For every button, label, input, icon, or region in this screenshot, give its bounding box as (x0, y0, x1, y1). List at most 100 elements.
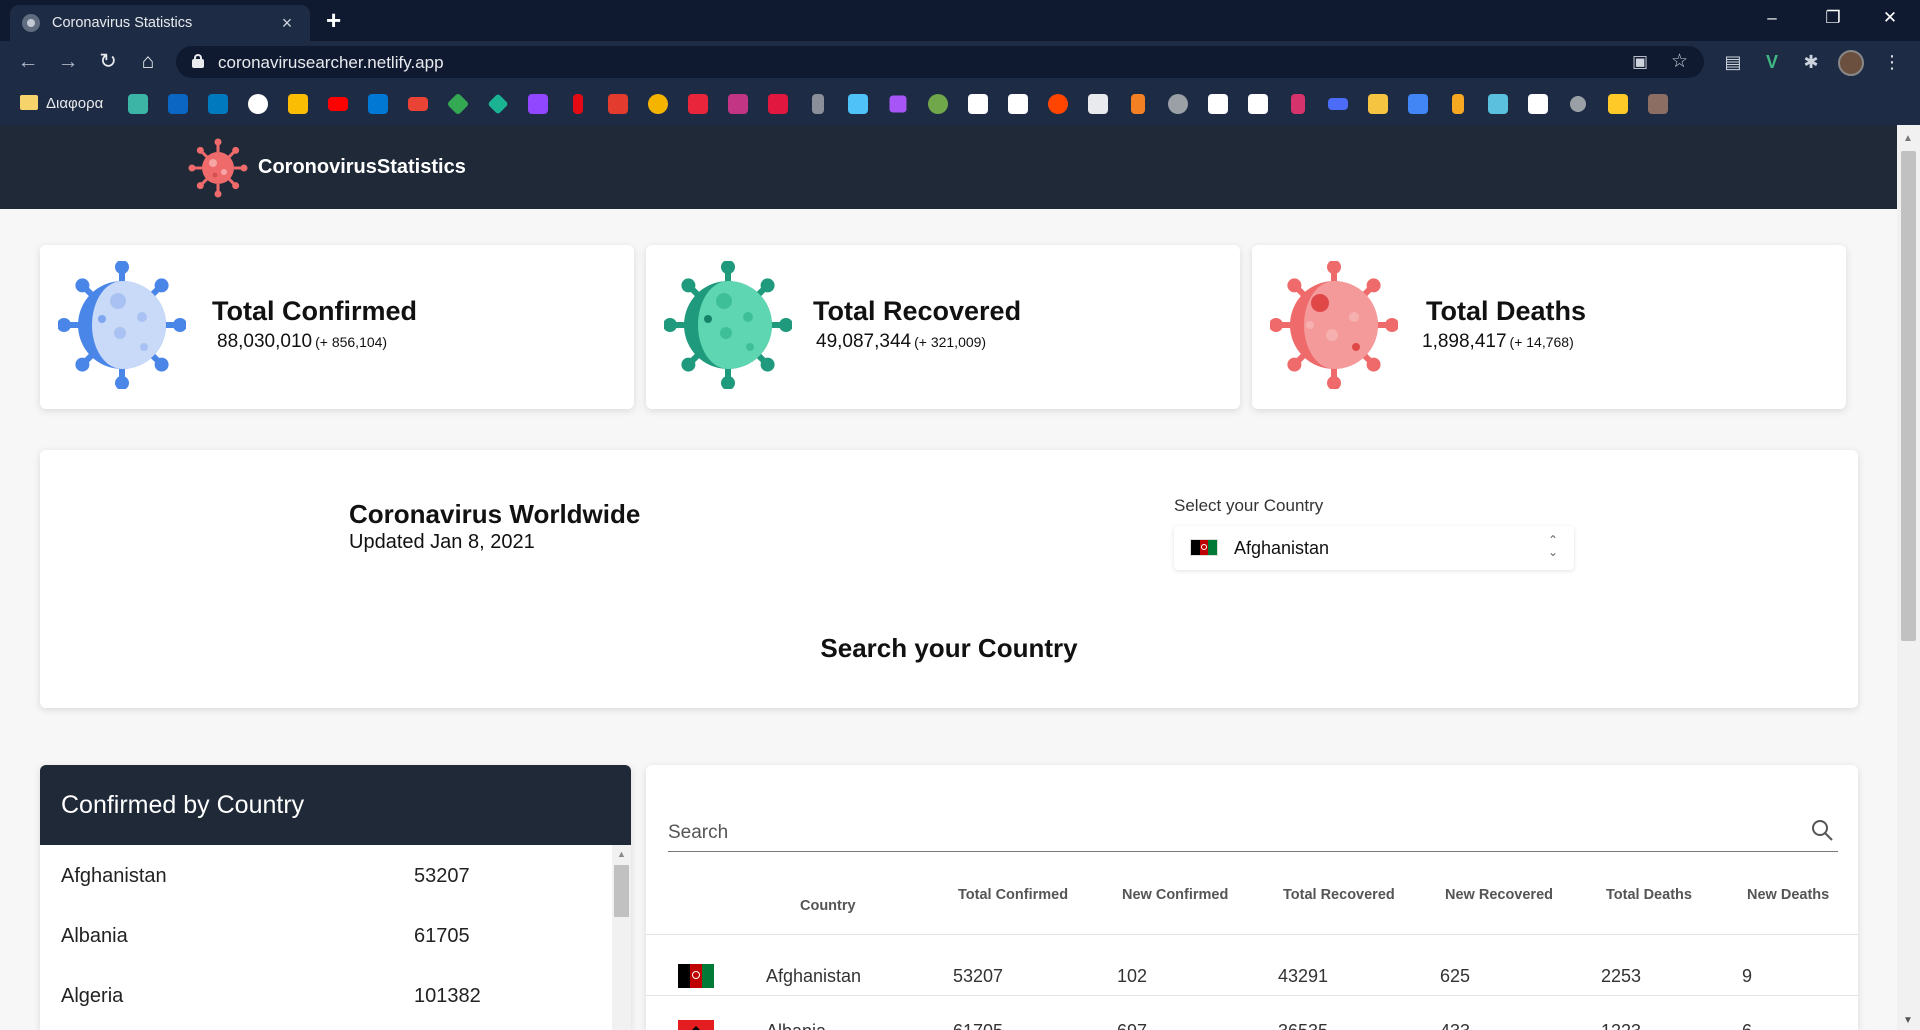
instagram-bookmark-icon[interactable] (728, 94, 748, 114)
list-item[interactable]: Albania 61705 (40, 905, 610, 965)
bookmark-icon[interactable] (1088, 94, 1108, 114)
list-item[interactable]: Algeria 101382 (40, 965, 610, 1025)
stat-delta: (+ 856,104) (315, 334, 388, 350)
table-cell-country: Afghanistan (766, 966, 862, 986)
country-select-label: Select your Country (1174, 496, 1324, 515)
medium-bookmark-icon[interactable] (968, 94, 988, 114)
table-cell-total-deaths: 1223 (1601, 1021, 1641, 1030)
trello-bookmark-icon[interactable] (208, 94, 228, 114)
bookmark-icon[interactable] (1248, 94, 1268, 114)
profile-avatar[interactable] (1838, 50, 1864, 76)
scroll-up-arrow-icon[interactable]: ▲ (1903, 133, 1913, 144)
window-close-icon[interactable]: ✕ (1870, 4, 1910, 32)
list-item[interactable]: Afghanistan 53207 (40, 845, 610, 905)
bookmark-icon[interactable] (1368, 94, 1388, 114)
translate-icon[interactable]: ▣ (1632, 52, 1648, 72)
stackoverflow-bookmark-icon[interactable] (1131, 94, 1145, 114)
linkedin-bookmark-icon[interactable] (168, 94, 188, 114)
bookmark-folder-label[interactable]: Διαφορα (46, 95, 103, 112)
dev-bookmark-icon[interactable] (1008, 94, 1028, 114)
confirmed-by-country-header: Confirmed by Country (40, 765, 631, 845)
page-scrollbar[interactable]: ▲ ▼ (1897, 125, 1920, 1030)
netflix-bookmark-icon[interactable] (573, 94, 583, 114)
countries-table-card: Search Country Total Confirmed New Confi… (646, 765, 1858, 1030)
bookmark-icon[interactable] (768, 94, 788, 114)
drive-bookmark-icon[interactable] (446, 92, 470, 116)
afghanistan-flag-icon (678, 964, 714, 988)
search-icon[interactable] (1810, 818, 1834, 842)
bookmark-icon[interactable] (812, 94, 824, 114)
address-bar[interactable]: coronavirusearcher.netlify.app ▣ ☆ (176, 46, 1704, 78)
menu-kebab-icon[interactable]: ⋮ (1880, 50, 1904, 74)
table-cell-total-recovered: 36535 (1278, 1021, 1328, 1030)
app-brand-title[interactable]: CoronovirusStatistics (258, 156, 466, 179)
virus-green-icon (664, 261, 792, 389)
scroll-down-arrow-icon[interactable]: ▼ (1903, 1015, 1913, 1026)
lock-icon (192, 54, 204, 68)
list-scrollbar[interactable]: ▲ (612, 845, 631, 1030)
keep-bookmark-icon[interactable] (288, 94, 308, 114)
scrollbar-thumb[interactable] (614, 865, 629, 917)
column-header-total-confirmed[interactable]: Total Confirmed (958, 887, 1068, 903)
reading-list-icon[interactable]: ▤ (1721, 50, 1745, 74)
reddit-bookmark-icon[interactable] (1048, 94, 1068, 114)
bookmark-icon[interactable] (688, 94, 708, 114)
afghanistan-flag-icon (1190, 539, 1218, 556)
bookmark-icon[interactable] (1528, 94, 1548, 114)
bookmark-icon[interactable] (889, 95, 907, 113)
bookmark-icon[interactable] (648, 94, 668, 114)
google-translate-bookmark-icon[interactable] (1408, 94, 1428, 114)
bookmark-star-icon[interactable]: ☆ (1671, 50, 1688, 73)
reload-icon[interactable]: ↻ (94, 49, 122, 75)
restore-icon[interactable]: ❐ (1813, 4, 1853, 32)
bookmark-icon[interactable] (1291, 94, 1305, 114)
country-name: Algeria (61, 985, 124, 1007)
forward-arrow-icon[interactable]: → (54, 49, 82, 75)
browser-tab[interactable]: Coronavirus Statistics × (10, 5, 310, 41)
outlook-bookmark-icon[interactable] (368, 94, 388, 114)
vue-devtools-icon[interactable]: V (1760, 50, 1784, 74)
stat-delta: (+ 14,768) (1509, 334, 1574, 350)
youtube-bookmark-icon[interactable] (328, 97, 348, 111)
firebase-bookmark-icon[interactable] (1608, 94, 1628, 114)
country-select[interactable]: Afghanistan ⌃ ⌄ (1174, 526, 1574, 570)
column-header-total-recovered[interactable]: Total Recovered (1283, 887, 1395, 903)
minimize-icon[interactable]: – (1752, 4, 1792, 32)
column-header-total-deaths[interactable]: Total Deaths (1606, 887, 1692, 903)
bookmark-folder-icon (20, 95, 38, 110)
extensions-puzzle-icon[interactable]: ✱ (1799, 50, 1823, 74)
twitch-bookmark-icon[interactable] (528, 94, 548, 114)
total-recovered-card: Total Recovered 49,087,344 (+ 321,009) (646, 245, 1240, 409)
column-header-country[interactable]: Country (800, 898, 856, 914)
bookmark-icon[interactable] (1168, 94, 1188, 114)
column-header-new-confirmed[interactable]: New Confirmed (1122, 887, 1228, 903)
search-country-title: Search your Country (820, 633, 1078, 663)
column-header-new-deaths[interactable]: New Deaths (1747, 887, 1829, 903)
back-arrow-icon[interactable]: ← (14, 49, 42, 75)
home-icon[interactable]: ⌂ (134, 49, 162, 75)
tab-title: Coronavirus Statistics (52, 15, 193, 31)
country-search-input[interactable]: Search (668, 812, 1838, 852)
bookmark-icon[interactable] (1328, 98, 1348, 110)
github-bookmark-icon[interactable] (248, 94, 268, 114)
bookmark-icon[interactable] (128, 94, 148, 114)
column-header-new-recovered[interactable]: New Recovered (1445, 887, 1553, 903)
gmail-bookmark-icon[interactable] (408, 97, 428, 111)
table-cell-new-deaths: 6 (1742, 1021, 1752, 1030)
bookmark-icon[interactable] (848, 94, 868, 114)
page-scrollbar-thumb[interactable] (1901, 151, 1916, 641)
total-confirmed-card: Total Confirmed 88,030,010 (+ 856,104) (40, 245, 634, 409)
bookmark-icon[interactable] (928, 94, 948, 114)
new-tab-button[interactable]: + (326, 6, 341, 34)
tab-close-button[interactable]: × (276, 13, 298, 34)
bookmark-icon[interactable] (1488, 94, 1508, 114)
bookmark-icon[interactable] (487, 93, 509, 115)
country-name: Albania (61, 925, 128, 947)
browser-toolbar: ← → ↻ ⌂ coronavirusearcher.netlify.app ▣… (0, 41, 1920, 83)
codepen-bookmark-icon[interactable] (1208, 94, 1228, 114)
bookmark-icon[interactable] (1648, 94, 1668, 114)
bookmark-icon[interactable] (1570, 96, 1586, 112)
bookmark-icon[interactable] (1452, 94, 1464, 114)
bookmark-icon[interactable] (608, 94, 628, 114)
scroll-up-arrow-icon[interactable]: ▲ (617, 849, 626, 859)
